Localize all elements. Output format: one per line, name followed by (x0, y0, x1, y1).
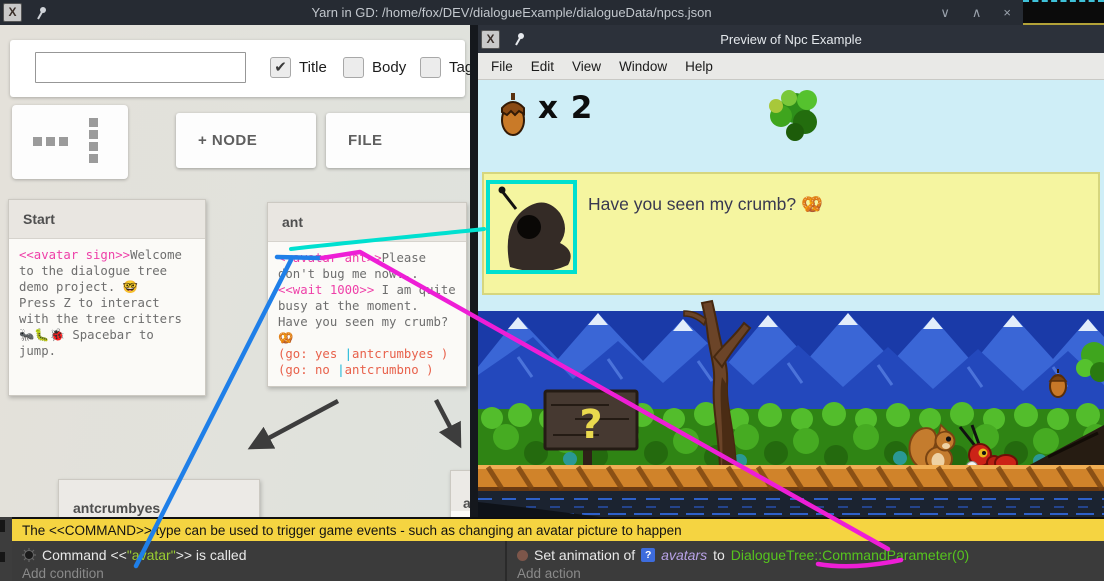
menu-edit[interactable]: Edit (522, 59, 563, 74)
window-title: Yarn in GD: /home/fox/DEV/dialogueExampl… (0, 5, 1023, 20)
command-text: <<wait 1000>> (278, 283, 374, 297)
game-scene: ? (478, 297, 1104, 518)
ant-avatar-image (496, 179, 578, 279)
dialogue-box: Have you seen my crumb? 🥨 (482, 172, 1100, 295)
minimize-button[interactable]: ∨ (940, 5, 950, 21)
command-text: <<avatar sign>> (19, 248, 130, 262)
preview-title: Preview of Npc Example (478, 32, 1104, 47)
action-panel[interactable]: Set animation of ? avatars to DialogueTr… (505, 541, 1104, 581)
search-input[interactable] (35, 52, 246, 83)
add-node-button[interactable]: + NODE (176, 113, 316, 168)
app-icon: X (3, 3, 22, 22)
node-body[interactable]: <<avatar ant>>Please don't bug me now...… (268, 242, 466, 386)
maximize-button[interactable]: ∧ (972, 5, 982, 21)
unknown-type-icon: ? (641, 548, 655, 562)
preview-titlebar[interactable]: X Preview of Npc Example (478, 25, 1104, 53)
search-toolbar: ✔ Title Body Tags (10, 40, 465, 97)
goto-link[interactable]: antcrumbyes ) (352, 347, 448, 361)
node-title[interactable]: Start (9, 200, 205, 239)
parameter-expression[interactable]: DialogueTree::CommandParameter(0) (731, 547, 969, 563)
checkbox-checked-icon[interactable]: ✔ (270, 57, 291, 78)
body-text: Welcome to the dialogue tree demo projec… (19, 248, 189, 358)
file-button[interactable]: FILE (326, 113, 472, 168)
event-icon (22, 548, 36, 562)
pin-icon[interactable] (514, 32, 526, 46)
add-condition-button[interactable]: Add condition (12, 566, 505, 581)
preview-window[interactable]: X Preview of Npc Example File Edit View … (470, 25, 1104, 581)
checkbox-unchecked-icon[interactable] (420, 57, 441, 78)
menu-help[interactable]: Help (676, 59, 722, 74)
menu-window[interactable]: Window (610, 59, 676, 74)
condition-text: Command <<"avatar">> is called (42, 547, 247, 563)
goto-link[interactable]: (go: yes (278, 347, 345, 361)
close-button[interactable]: × (1003, 5, 1011, 20)
vertical-layout-icon[interactable] (89, 118, 98, 163)
tip-bar: The <<COMMAND>> type can be used to trig… (12, 517, 1104, 541)
svg-text:?: ? (579, 402, 602, 448)
tip-text: The <<COMMAND>> type can be used to trig… (12, 523, 682, 538)
panel-edge (0, 517, 12, 581)
menu-view[interactable]: View (563, 59, 610, 74)
filter-body-checkbox[interactable]: Body (343, 57, 406, 78)
node-start[interactable]: Start <<avatar sign>>Welcome to the dial… (8, 199, 206, 396)
horizontal-layout-icon[interactable] (33, 137, 68, 146)
target-variable[interactable]: avatars (661, 547, 707, 563)
filter-title-checkbox[interactable]: ✔ Title (270, 57, 327, 78)
preview-menubar: File Edit View Window Help (478, 53, 1104, 80)
acorn-hud-icon (498, 92, 528, 138)
game-viewport[interactable]: x 2 (478, 80, 1104, 581)
screen: X Yarn in GD: /home/fox/DEV/dialogueExam… (0, 0, 1104, 581)
action-icon (517, 550, 528, 561)
app-icon: X (481, 30, 500, 49)
pin-icon[interactable] (36, 6, 48, 20)
goto-link[interactable]: antcrumbno ) (345, 363, 434, 377)
bush-sprite (761, 82, 829, 148)
main-titlebar[interactable]: X Yarn in GD: /home/fox/DEV/dialogueExam… (0, 0, 1023, 25)
item-count-label: x 2 (538, 90, 593, 126)
command-name: "avatar" (127, 547, 176, 563)
add-action-button[interactable]: Add action (507, 566, 1104, 581)
condition-panel[interactable]: Command <<"avatar">> is called Add condi… (12, 541, 505, 581)
background-window-fragment (1023, 0, 1104, 28)
node-title[interactable]: ant (268, 203, 466, 242)
node-ant[interactable]: ant <<avatar ant>>Please don't bug me no… (267, 202, 467, 387)
command-text: <<avatar ant>> (278, 251, 382, 265)
dialogue-text: Have you seen my crumb? 🥨 (588, 194, 823, 215)
layout-toggle-card[interactable] (12, 105, 128, 179)
menu-file[interactable]: File (482, 59, 522, 74)
node-body[interactable]: <<avatar sign>>Welcome to the dialogue t… (9, 239, 205, 395)
checkbox-unchecked-icon[interactable] (343, 57, 364, 78)
goto-link[interactable]: (go: no (278, 363, 337, 377)
